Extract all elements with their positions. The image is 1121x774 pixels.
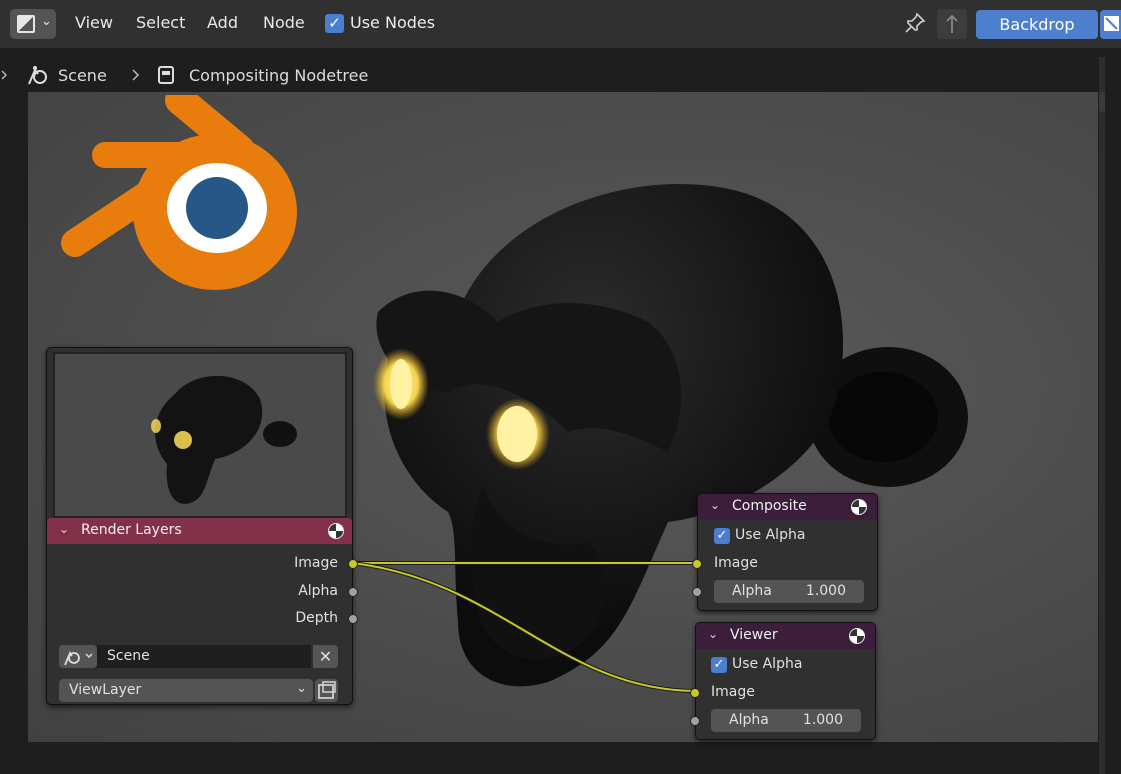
viewer-header[interactable]: ⌄ Viewer <box>696 623 875 649</box>
new-view-layer-button[interactable] <box>315 679 338 702</box>
scene-icon <box>64 651 93 666</box>
output-alpha-socket[interactable] <box>348 587 358 597</box>
alpha-label: Alpha <box>729 712 769 728</box>
render-ball-icon <box>849 628 865 644</box>
collapse-chevron-icon[interactable]: ⌄ <box>59 522 69 536</box>
input-image-socket[interactable] <box>692 559 702 569</box>
link-image-to-viewer <box>351 562 696 692</box>
composite-title: Composite <box>732 498 807 514</box>
close-icon[interactable]: ✕ <box>313 645 338 668</box>
alpha-value: 1.000 <box>802 712 843 728</box>
output-image-socket[interactable] <box>348 559 358 569</box>
viewer-node[interactable]: ⌄ Viewer ✓ Use Alpha Image Alpha 1.000 <box>690 622 876 740</box>
view-layer-dropdown[interactable]: ViewLayer ⌄ <box>59 679 313 702</box>
output-depth-socket[interactable] <box>348 614 358 624</box>
alpha-value: 1.000 <box>805 583 846 599</box>
output-depth-label: Depth <box>295 610 338 626</box>
scene-name-value: Scene <box>107 648 150 664</box>
preview-monkey-image <box>55 354 345 516</box>
viewer-title: Viewer <box>730 627 778 643</box>
render-preview <box>53 352 347 518</box>
render-ball-icon <box>851 499 867 515</box>
use-alpha-label[interactable]: Use Alpha <box>732 656 802 672</box>
use-alpha-checkbox[interactable]: ✓ <box>714 528 730 544</box>
scene-name-field[interactable]: Scene <box>97 645 311 668</box>
chevron-down-icon: ⌄ <box>296 681 307 696</box>
output-image-label: Image <box>294 555 338 571</box>
collapse-chevron-icon[interactable]: ⌄ <box>708 627 718 641</box>
scene-selector-button[interactable] <box>59 645 97 668</box>
render-ball-icon <box>328 523 344 539</box>
output-alpha-label: Alpha <box>298 583 338 599</box>
new-view-layer-icon <box>318 681 336 699</box>
input-image-label: Image <box>711 684 755 700</box>
input-alpha-socket[interactable] <box>690 716 700 726</box>
collapse-chevron-icon[interactable]: ⌄ <box>710 498 720 512</box>
composite-header[interactable]: ⌄ Composite <box>698 494 877 520</box>
render-layers-node[interactable]: ⌄ Render Layers Image Alpha Depth Scene … <box>46 347 358 705</box>
alpha-label: Alpha <box>732 583 772 599</box>
link-image-to-viewer <box>351 561 696 693</box>
input-image-label: Image <box>714 555 758 571</box>
input-alpha-socket[interactable] <box>692 587 702 597</box>
composite-node[interactable]: ⌄ Composite ✓ Use Alpha Image Alpha 1.00… <box>692 493 878 611</box>
use-alpha-checkbox[interactable]: ✓ <box>711 657 727 673</box>
input-image-socket[interactable] <box>690 688 700 698</box>
view-layer-value: ViewLayer <box>69 682 142 698</box>
alpha-value-field[interactable]: Alpha 1.000 <box>711 709 861 732</box>
alpha-value-field[interactable]: Alpha 1.000 <box>714 580 864 603</box>
render-layers-title: Render Layers <box>81 522 182 538</box>
use-alpha-label[interactable]: Use Alpha <box>735 527 805 543</box>
render-layers-header[interactable]: ⌄ Render Layers <box>47 518 352 544</box>
